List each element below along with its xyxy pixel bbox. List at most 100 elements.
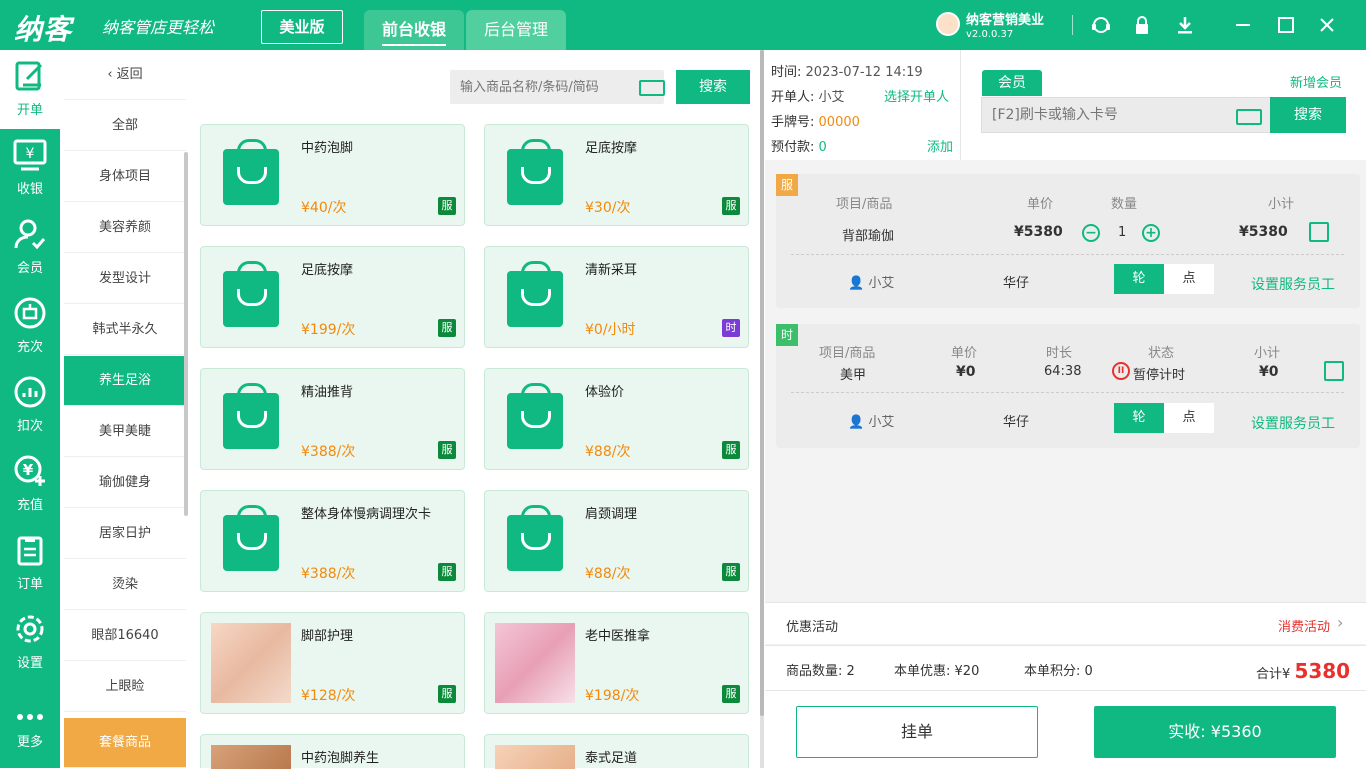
product-card[interactable]: 整体身体慢病调理次卡 ¥388/次服	[200, 490, 465, 592]
version-label: v2.0.0.37	[966, 29, 1014, 40]
category-item[interactable]: 瑜伽健身	[64, 458, 186, 508]
avatar[interactable]	[936, 12, 960, 36]
product-search-button[interactable]: 搜索	[676, 70, 750, 104]
sidebar-item-deduct-times[interactable]: 扣次	[0, 366, 60, 445]
lock-icon[interactable]	[1131, 14, 1153, 36]
subtotal: ¥0	[1259, 364, 1279, 380]
keyboard-icon[interactable]	[639, 80, 665, 96]
edit-icon	[11, 57, 49, 95]
sidebar-item-recharge-times[interactable]: 充次	[0, 287, 60, 366]
pay-button[interactable]: 实收: ¥5360	[1094, 706, 1336, 758]
service-tag: 服	[438, 441, 456, 459]
category-item[interactable]: 美容养颜	[64, 203, 186, 253]
mode-designate[interactable]: 点	[1164, 403, 1214, 433]
mode-designate[interactable]: 点	[1164, 264, 1214, 294]
title-bar: 纳客 纳客管店更轻松 美业版 前台收银 后台管理 纳客营销美业 v2.0.0.3…	[0, 0, 1366, 50]
download-icon[interactable]	[1174, 14, 1196, 36]
category-item-combo[interactable]: 套餐商品	[64, 718, 186, 768]
unit-price: ¥0	[956, 364, 976, 380]
product-scrollbar[interactable]	[760, 50, 764, 768]
discount-amount: ¥20	[954, 664, 980, 679]
edit-icon[interactable]	[1309, 222, 1329, 242]
product-card[interactable]: 体验价 ¥88/次服	[484, 368, 749, 470]
product-card[interactable]: 中药泡脚养生	[200, 734, 465, 769]
product-search-input[interactable]	[450, 70, 630, 104]
user-name[interactable]: 纳客营销美业	[966, 9, 1044, 28]
keyboard-icon[interactable]	[1236, 109, 1262, 125]
close-icon[interactable]	[1316, 14, 1338, 36]
product-card[interactable]: 泰式足道	[484, 734, 749, 769]
clipboard-icon	[11, 531, 49, 569]
assign-mode-toggle[interactable]: 轮 点	[1114, 403, 1214, 433]
shopping-bag-icon	[507, 383, 563, 449]
category-item[interactable]: 居家日护	[64, 509, 186, 559]
set-staff-link[interactable]: 设置服务员工	[1251, 274, 1335, 294]
main-sidebar: 开单 ¥ 收银 会员 充次 扣次 ¥ 充值 订单 设置 更多	[0, 50, 60, 768]
shopping-bag-icon	[507, 505, 563, 571]
category-item[interactable]: 烫染	[64, 560, 186, 610]
mode-rotate[interactable]: 轮	[1114, 264, 1164, 294]
product-card[interactable]: 清新采耳 ¥0/小时时	[484, 246, 749, 348]
headset-icon[interactable]	[1090, 14, 1112, 36]
service-tag: 服	[722, 563, 740, 581]
tab-backend-management[interactable]: 后台管理	[466, 10, 566, 50]
back-button[interactable]: ‹ 返回	[64, 50, 186, 100]
category-item[interactable]: 美甲美睫	[64, 407, 186, 457]
maximize-icon[interactable]	[1275, 14, 1297, 36]
product-card[interactable]: 中药泡脚 ¥40/次服	[200, 124, 465, 226]
sidebar-item-top-up[interactable]: ¥ 充值	[0, 445, 60, 524]
product-card[interactable]: 足底按摩 ¥199/次服	[200, 246, 465, 348]
order-line-timed[interactable]: 时 项目/商品 单价 时长 状态 小计 美甲 ¥0 64:38 II 暂停计时 …	[776, 324, 1360, 448]
sidebar-item-open-order[interactable]: 开单	[0, 50, 60, 129]
minus-icon[interactable]: −	[1082, 224, 1100, 242]
promotion-link[interactable]: 消费活动	[1278, 616, 1330, 635]
time-badge: 时	[776, 324, 798, 346]
sidebar-item-more[interactable]: 更多	[0, 682, 60, 761]
choose-opener-link[interactable]: 选择开单人	[884, 86, 949, 105]
service-tag: 服	[438, 563, 456, 581]
member-card-input[interactable]	[982, 98, 1222, 132]
category-scrollbar[interactable]	[184, 152, 188, 516]
category-item[interactable]: 身体项目	[64, 152, 186, 202]
chart-icon	[11, 373, 49, 411]
quantity-value[interactable]: 1	[1118, 225, 1126, 240]
staff-name-2: 华仔	[1003, 415, 1030, 430]
promotion-row[interactable]: 优惠活动 消费活动 ›	[765, 602, 1366, 644]
edit-icon[interactable]	[1324, 361, 1344, 381]
category-item[interactable]: 全部	[64, 101, 186, 151]
product-card[interactable]: 脚部护理 ¥128/次服	[200, 612, 465, 714]
hold-order-button[interactable]: 挂单	[796, 706, 1038, 758]
summary-row: 商品数量: 2 本单优惠: ¥20 本单积分: 0 合计¥ 5380	[765, 645, 1366, 690]
tab-member[interactable]: 会员	[982, 70, 1042, 96]
member-search-button[interactable]: 搜索	[1270, 97, 1346, 133]
sidebar-item-settings[interactable]: 设置	[0, 603, 60, 682]
category-item[interactable]: 韩式半永久	[64, 305, 186, 355]
mode-rotate[interactable]: 轮	[1114, 403, 1164, 433]
product-card[interactable]: 肩颈调理 ¥88/次服	[484, 490, 749, 592]
unit-price: ¥5380	[1014, 224, 1063, 240]
shopping-bag-icon	[223, 383, 279, 449]
service-tag: 服	[722, 197, 740, 215]
minimize-icon[interactable]	[1232, 14, 1254, 36]
category-item-active[interactable]: 养生足浴	[64, 356, 186, 406]
new-member-link[interactable]: 新增会员	[1290, 72, 1342, 91]
product-card[interactable]: 老中医推拿 ¥198/次服	[484, 612, 749, 714]
set-staff-link[interactable]: 设置服务员工	[1251, 413, 1335, 433]
shopping-bag-icon	[507, 139, 563, 205]
sidebar-item-member[interactable]: 会员	[0, 208, 60, 287]
category-item[interactable]: 眼部16640	[64, 611, 186, 661]
product-card[interactable]: 足底按摩 ¥30/次服	[484, 124, 749, 226]
order-line-service[interactable]: 服 项目/商品 单价 数量 小计 背部瑜伽 ¥5380 − 1 + ¥5380 …	[776, 174, 1360, 308]
service-badge: 服	[776, 174, 798, 196]
sidebar-item-orders[interactable]: 订单	[0, 524, 60, 603]
product-card[interactable]: 精油推背 ¥388/次服	[200, 368, 465, 470]
category-item[interactable]: 发型设计	[64, 254, 186, 304]
assign-mode-toggle[interactable]: 轮 点	[1114, 264, 1214, 294]
product-search-box	[450, 70, 665, 104]
plus-icon[interactable]: +	[1142, 224, 1160, 242]
add-prepay-link[interactable]: 添加	[927, 136, 953, 155]
sidebar-item-cashier[interactable]: ¥ 收银	[0, 129, 60, 208]
tab-front-cashier[interactable]: 前台收银	[364, 10, 464, 50]
pause-icon[interactable]: II	[1112, 362, 1130, 380]
category-item[interactable]: 上眼睑	[64, 662, 186, 712]
